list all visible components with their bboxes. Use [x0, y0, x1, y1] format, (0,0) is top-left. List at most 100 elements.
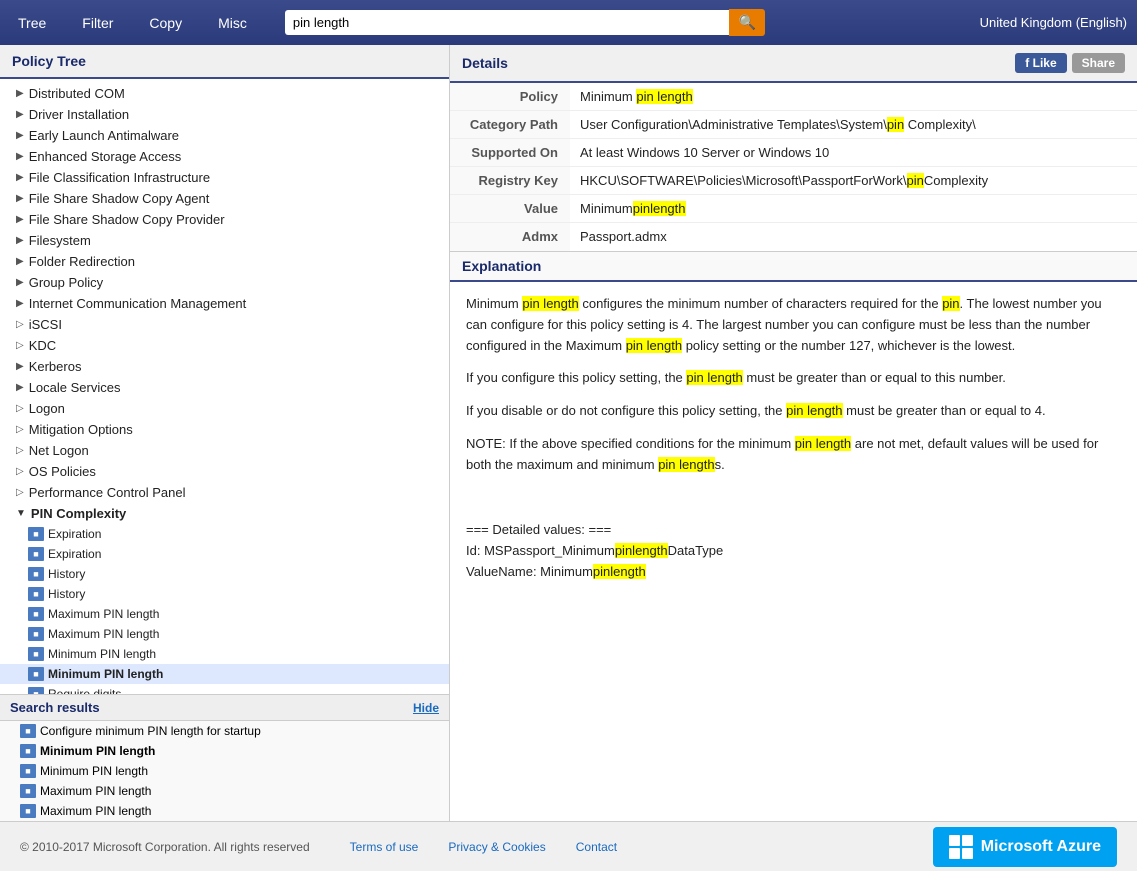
- tree-item-distributed-com[interactable]: ▶ Distributed COM: [0, 83, 449, 104]
- tree-subitem-expiration-2[interactable]: ■ Expiration: [0, 544, 449, 564]
- tree-item-kdc[interactable]: ▷ KDC: [0, 335, 449, 356]
- arrow-icon: ▷: [16, 466, 24, 477]
- arrow-icon: ▷: [16, 403, 24, 414]
- tree-subitem-expiration-1[interactable]: ■ Expiration: [0, 524, 449, 544]
- arrow-icon: ▶: [16, 193, 24, 204]
- policy-icon: ■: [28, 607, 44, 621]
- social-buttons: f Like Share: [1015, 53, 1125, 73]
- tree-item-label: OS Policies: [29, 464, 96, 479]
- highlight-pin-length: pin length: [795, 436, 851, 451]
- tree-item-driver-installation[interactable]: ▶ Driver Installation: [0, 104, 449, 125]
- search-result-item-active[interactable]: ■ Minimum PIN length: [0, 741, 449, 761]
- search-result-item[interactable]: ■ Maximum PIN length: [0, 801, 449, 821]
- win-sq-1: [949, 835, 960, 846]
- policy-icon: ■: [28, 527, 44, 541]
- tree-subitem-max-pin-1[interactable]: ■ Maximum PIN length: [0, 604, 449, 624]
- tree-item-kerberos[interactable]: ▶ Kerberos: [0, 356, 449, 377]
- detail-row-category: Category Path User Configuration\Adminis…: [450, 111, 1137, 139]
- tree-item-early-launch[interactable]: ▶ Early Launch Antimalware: [0, 125, 449, 146]
- tree-subitem-label: Maximum PIN length: [48, 627, 159, 641]
- arrow-icon: ▶: [16, 361, 24, 372]
- search-bar: 🔍: [285, 9, 765, 36]
- policy-icon: ■: [20, 724, 36, 738]
- explanation-section: Explanation Minimum pin length configure…: [450, 252, 1137, 821]
- search-results-header: Search results Hide: [0, 695, 449, 721]
- explanation-header: Explanation: [450, 252, 1137, 282]
- tree-item-mitigation[interactable]: ▷ Mitigation Options: [0, 419, 449, 440]
- hide-button[interactable]: Hide: [413, 701, 439, 715]
- explanation-para-detailed: === Detailed values: === Id: MSPassport_…: [466, 520, 1121, 582]
- tree-subitem-label: Expiration: [48, 527, 101, 541]
- tree-item-logon[interactable]: ▷ Logon: [0, 398, 449, 419]
- win-sq-4: [962, 848, 973, 859]
- tree-item-os-policies[interactable]: ▷ OS Policies: [0, 461, 449, 482]
- tree-item-file-class[interactable]: ▶ File Classification Infrastructure: [0, 167, 449, 188]
- tree-subitem-req-digits-1[interactable]: ■ Require digits: [0, 684, 449, 694]
- tree-item-folder-redirection[interactable]: ▶ Folder Redirection: [0, 251, 449, 272]
- search-result-item[interactable]: ■ Configure minimum PIN length for start…: [0, 721, 449, 741]
- highlight-pin-length: pin length: [786, 403, 842, 418]
- arrow-icon: ▷: [16, 340, 24, 351]
- tree-subitem-min-pin-1[interactable]: ■ Minimum PIN length: [0, 644, 449, 664]
- tree-subitem-min-pin-active[interactable]: ■ Minimum PIN length: [0, 664, 449, 684]
- terms-link[interactable]: Terms of use: [350, 840, 419, 854]
- details-table: Policy Minimum pin length Category Path …: [450, 83, 1137, 252]
- policy-icon: ■: [28, 667, 44, 681]
- detail-row-supported: Supported On At least Windows 10 Server …: [450, 139, 1137, 167]
- azure-logo: Microsoft Azure: [933, 827, 1117, 867]
- detail-value-supported: At least Windows 10 Server or Windows 10: [570, 139, 1137, 166]
- detail-label-registry: Registry Key: [450, 167, 570, 194]
- tree-item-label: Enhanced Storage Access: [29, 149, 182, 164]
- search-results-list[interactable]: ■ Configure minimum PIN length for start…: [0, 721, 449, 821]
- arrow-icon: ▶: [16, 235, 24, 246]
- arrow-icon: ▷: [16, 487, 24, 498]
- facebook-like-button[interactable]: f Like: [1015, 53, 1066, 73]
- nav-copy[interactable]: Copy: [141, 11, 190, 35]
- detail-label-policy: Policy: [450, 83, 570, 110]
- search-result-label: Minimum PIN length: [40, 764, 148, 778]
- explanation-para-5: [466, 488, 1121, 509]
- contact-link[interactable]: Contact: [576, 840, 617, 854]
- tree-item-label: Early Launch Antimalware: [29, 128, 179, 143]
- tree-subitem-history-2[interactable]: ■ History: [0, 584, 449, 604]
- policy-icon: ■: [28, 647, 44, 661]
- nav-filter[interactable]: Filter: [74, 11, 121, 35]
- tree-subitem-max-pin-2[interactable]: ■ Maximum PIN length: [0, 624, 449, 644]
- tree-item-locale[interactable]: ▶ Locale Services: [0, 377, 449, 398]
- tree-item-iscsi[interactable]: ▷ iSCSI: [0, 314, 449, 335]
- nav-tree[interactable]: Tree: [10, 11, 54, 35]
- detail-label-admx: Admx: [450, 223, 570, 251]
- arrow-icon: ▷: [16, 445, 24, 456]
- tree-item-file-share-agent[interactable]: ▶ File Share Shadow Copy Agent: [0, 188, 449, 209]
- locale-label: United Kingdom (English): [980, 15, 1127, 30]
- policy-icon: ■: [20, 764, 36, 778]
- tree-content[interactable]: ▶ Distributed COM ▶ Driver Installation …: [0, 79, 449, 694]
- tree-subitem-label: Expiration: [48, 547, 101, 561]
- arrow-icon: ▷: [16, 424, 24, 435]
- policy-icon: ■: [20, 804, 36, 818]
- tree-subitem-history-1[interactable]: ■ History: [0, 564, 449, 584]
- search-button[interactable]: 🔍: [729, 9, 764, 36]
- policy-icon: ■: [20, 784, 36, 798]
- search-result-item[interactable]: ■ Minimum PIN length: [0, 761, 449, 781]
- privacy-link[interactable]: Privacy & Cookies: [448, 840, 545, 854]
- tree-item-pin-complexity[interactable]: ▼ PIN Complexity: [0, 503, 449, 524]
- search-result-item[interactable]: ■ Maximum PIN length: [0, 781, 449, 801]
- search-result-label: Maximum PIN length: [40, 784, 151, 798]
- tree-item-enhanced-storage[interactable]: ▶ Enhanced Storage Access: [0, 146, 449, 167]
- tree-item-internet-comm[interactable]: ▶ Internet Communication Management: [0, 293, 449, 314]
- tree-item-file-share-provider[interactable]: ▶ File Share Shadow Copy Provider: [0, 209, 449, 230]
- tree-item-group-policy[interactable]: ▶ Group Policy: [0, 272, 449, 293]
- policy-icon: ■: [28, 587, 44, 601]
- tree-item-net-logon[interactable]: ▷ Net Logon: [0, 440, 449, 461]
- highlight-pin-length: pin length: [522, 296, 578, 311]
- share-button[interactable]: Share: [1072, 53, 1125, 73]
- tree-item-perf-control[interactable]: ▷ Performance Control Panel: [0, 482, 449, 503]
- search-result-label: Configure minimum PIN length for startup: [40, 724, 261, 738]
- highlight-pin: pin: [907, 173, 924, 188]
- tree-item-label: Group Policy: [29, 275, 103, 290]
- search-input[interactable]: [285, 10, 730, 35]
- nav-misc[interactable]: Misc: [210, 11, 255, 35]
- tree-item-filesystem[interactable]: ▶ Filesystem: [0, 230, 449, 251]
- detail-value-value: Minimumpinlength: [570, 195, 1137, 222]
